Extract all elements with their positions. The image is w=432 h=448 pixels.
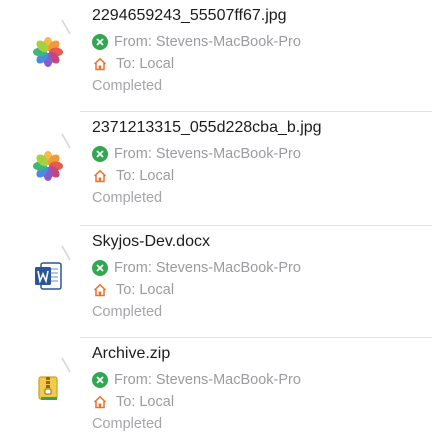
to-line: To: Local (92, 279, 422, 301)
home-icon (92, 282, 108, 298)
to-line: To: Local (92, 165, 422, 187)
device-from-icon (92, 146, 108, 162)
arrow-decoration-icon (61, 133, 71, 149)
status-text: Completed (92, 416, 163, 432)
to-line: To: Local (92, 53, 422, 75)
to-text: To: Local (116, 282, 175, 298)
to-line: To: Local (92, 391, 422, 413)
list-item[interactable]: Archive.zip From: Stevens-MacBook-Pro To… (0, 338, 432, 448)
arrow-decoration-icon (61, 357, 71, 373)
home-icon (92, 56, 108, 72)
device-from-icon (92, 260, 108, 276)
transfer-list: 2294659243_55507ff67.jpg From: Stevens-M… (0, 0, 432, 448)
from-text: From: Stevens-MacBook-Pro (114, 146, 301, 162)
list-item[interactable]: 2294659243_55507ff67.jpg From: Stevens-M… (0, 0, 432, 112)
from-line: From: Stevens-MacBook-Pro (92, 369, 422, 391)
from-line: From: Stevens-MacBook-Pro (92, 143, 422, 165)
file-name: 2294659243_55507ff67.jpg (92, 7, 287, 24)
status-text: Completed (92, 78, 163, 94)
device-from-icon (92, 372, 108, 388)
to-text: To: Local (116, 168, 175, 184)
from-line: From: Stevens-MacBook-Pro (92, 257, 422, 279)
home-icon (92, 394, 108, 410)
arrow-decoration-icon (61, 245, 71, 261)
status-text: Completed (92, 304, 163, 320)
file-name: Skyjos-Dev.docx (92, 233, 210, 250)
arrow-decoration-icon (61, 19, 71, 35)
from-text: From: Stevens-MacBook-Pro (114, 372, 301, 388)
list-item[interactable]: 2371213315_055d228cba_b.jpg From: Steven… (0, 112, 432, 226)
to-text: To: Local (116, 394, 175, 410)
to-text: To: Local (116, 56, 175, 72)
status-text: Completed (92, 190, 163, 206)
from-text: From: Stevens-MacBook-Pro (114, 34, 301, 50)
file-name: Archive.zip (92, 345, 171, 362)
device-from-icon (92, 34, 108, 50)
home-icon (92, 168, 108, 184)
from-text: From: Stevens-MacBook-Pro (114, 260, 301, 276)
list-item[interactable]: Skyjos-Dev.docx From: Stevens-MacBook-Pr… (0, 226, 432, 338)
file-name: 2371213315_055d228cba_b.jpg (92, 119, 322, 136)
from-line: From: Stevens-MacBook-Pro (92, 31, 422, 53)
